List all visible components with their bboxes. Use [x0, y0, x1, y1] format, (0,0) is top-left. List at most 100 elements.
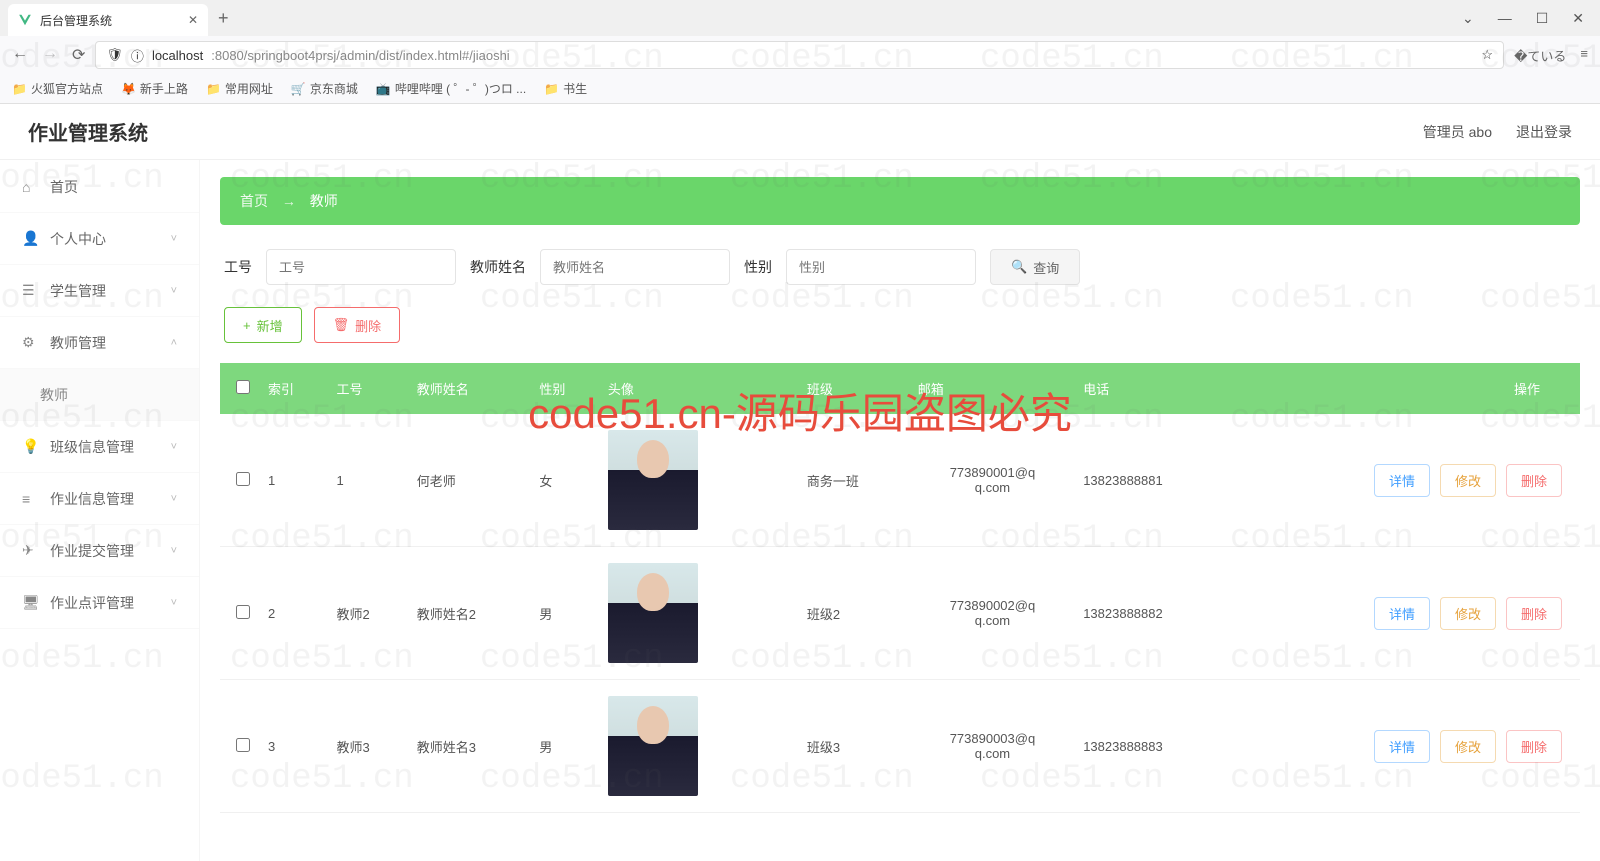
search-input-性别[interactable] — [786, 249, 976, 285]
list-icon: ☰ — [22, 282, 38, 299]
back-icon[interactable]: ← — [12, 45, 28, 65]
detail-button[interactable]: 详情 — [1374, 597, 1430, 630]
table-header-cell: 班级 — [799, 363, 910, 414]
bookmark-item[interactable]: 📁书生 — [544, 80, 587, 97]
sidebar-item-label: 个人中心 — [50, 229, 106, 249]
cell-banji: 商务一班 — [799, 414, 910, 547]
add-button-label: 新增 — [257, 316, 283, 335]
sidebar-item[interactable]: ≡作业信息管理˅ — [0, 473, 199, 525]
maximize-icon[interactable]: ☐ — [1536, 10, 1549, 27]
table-header-cell — [773, 363, 799, 414]
search-input-教师姓名[interactable] — [540, 249, 730, 285]
extensions-icon[interactable]: �ている — [1514, 46, 1566, 65]
breadcrumb-home[interactable]: 首页 — [240, 193, 268, 209]
sidebar-item[interactable]: ⚙教师管理˄ — [0, 317, 199, 369]
sidebar-subitem[interactable]: 教师 — [0, 369, 199, 421]
avatar-image — [608, 563, 698, 663]
sidebar-item[interactable]: 🖥作业点评管理˅ — [0, 577, 199, 629]
search-input-工号[interactable] — [266, 249, 456, 285]
new-tab-button[interactable]: + — [208, 8, 239, 29]
sidebar-item[interactable]: 💡班级信息管理˅ — [0, 421, 199, 473]
app-header: 作业管理系统 管理员 abo 退出登录 — [0, 104, 1600, 160]
table-body: 1 1 何老师 女 商务一班 773890001@qq.com 13823888… — [220, 414, 1580, 813]
user-icon: 👤 — [22, 230, 38, 247]
search-button[interactable]: 🔍 查询 — [990, 249, 1080, 285]
close-window-icon[interactable]: ✕ — [1572, 10, 1584, 27]
close-tab-icon[interactable]: ✕ — [188, 13, 198, 27]
table-header-cell: 头像 — [600, 363, 773, 414]
cell-empty — [773, 680, 799, 813]
cell-avatar — [600, 414, 773, 547]
main-content: 首页 → 教师 工号教师姓名性别 🔍 查询 + 新增 🗑 删除 索引工号教师姓名… — [200, 105, 1600, 861]
cell-gonghao: 教师2 — [329, 547, 409, 680]
logout-button[interactable]: 退出登录 — [1516, 122, 1572, 142]
row-delete-button[interactable]: 删除 — [1506, 597, 1562, 630]
app-title: 作业管理系统 — [28, 117, 148, 146]
cell-empty — [773, 414, 799, 547]
tab-bar: 后台管理系统 ✕ + ⌄ ― ☐ ✕ — [0, 0, 1600, 36]
row-actions: 详情 修改 删除 — [1239, 597, 1572, 630]
trash-icon: 🗑 — [333, 317, 350, 333]
cell-phone: 13823888883 — [1075, 680, 1231, 813]
bookmark-item[interactable]: 📁常用网址 — [206, 80, 273, 97]
cell-banji: 班级2 — [799, 547, 910, 680]
cell-index: 1 — [260, 414, 329, 547]
row-delete-button[interactable]: 删除 — [1506, 730, 1562, 763]
edit-button[interactable]: 修改 — [1440, 464, 1496, 497]
bookmark-icon: 📁 — [12, 82, 27, 96]
bulb-icon: 💡 — [22, 438, 38, 455]
table-header-cell: 电话 — [1075, 363, 1231, 414]
action-row: + 新增 🗑 删除 — [220, 307, 1580, 343]
cell-empty — [773, 547, 799, 680]
detail-button[interactable]: 详情 — [1374, 464, 1430, 497]
detail-button[interactable]: 详情 — [1374, 730, 1430, 763]
select-all-checkbox[interactable] — [236, 380, 250, 394]
forward-icon[interactable]: → — [42, 45, 58, 65]
star-icon[interactable]: ☆ — [1481, 47, 1493, 63]
edit-button[interactable]: 修改 — [1440, 730, 1496, 763]
row-checkbox[interactable] — [236, 605, 250, 619]
bookmark-item[interactable]: 📺哔哩哔哩 ( ゜- ゜)つロ ... — [376, 80, 526, 97]
table-header-cell: 教师姓名 — [409, 363, 532, 414]
cell-phone: 13823888882 — [1075, 547, 1231, 680]
tab-title: 后台管理系统 — [40, 12, 112, 29]
reload-icon[interactable]: ⟳ — [72, 45, 85, 65]
table-header-cell: 索引 — [260, 363, 329, 414]
sidebar-item-label: 作业点评管理 — [50, 593, 134, 613]
bookmark-item[interactable]: 📁火狐官方站点 — [12, 80, 103, 97]
app-body: ⌂首页👤个人中心˅☰学生管理˅⚙教师管理˄教师💡班级信息管理˅≡作业信息管理˅✈… — [0, 105, 1600, 861]
sidebar-item[interactable]: ⌂首页 — [0, 161, 199, 213]
chevron-down-icon[interactable]: ⌄ — [1462, 10, 1474, 27]
cell-avatar — [600, 680, 773, 813]
bookmark-item[interactable]: 🦊新手上路 — [121, 80, 188, 97]
bookmark-icon: 🦊 — [121, 82, 136, 96]
user-label[interactable]: 管理员 abo — [1423, 122, 1492, 142]
delete-button-label: 删除 — [355, 316, 381, 335]
cell-email: 773890002@qq.com — [910, 547, 1075, 680]
bookmark-item[interactable]: 🛒京东商城 — [291, 80, 358, 97]
row-checkbox[interactable] — [236, 738, 250, 752]
sidebar: ⌂首页👤个人中心˅☰学生管理˅⚙教师管理˄教师💡班级信息管理˅≡作业信息管理˅✈… — [0, 105, 200, 861]
edit-button[interactable]: 修改 — [1440, 597, 1496, 630]
delete-button[interactable]: 🗑 删除 — [314, 307, 401, 343]
cell-gender: 女 — [531, 414, 600, 547]
minimize-icon[interactable]: ― — [1498, 10, 1512, 27]
add-button[interactable]: + 新增 — [224, 307, 302, 343]
browser-tab[interactable]: 后台管理系统 ✕ — [8, 4, 208, 36]
sidebar-item[interactable]: 👤个人中心˅ — [0, 213, 199, 265]
send-icon: ✈ — [22, 542, 38, 559]
table-header: 索引工号教师姓名性别头像班级邮箱电话操作 — [220, 363, 1580, 414]
menu-icon[interactable]: ≡ — [1580, 46, 1588, 65]
search-field-label: 性别 — [744, 257, 772, 277]
sidebar-item-label: 学生管理 — [50, 281, 106, 301]
cell-index: 3 — [260, 680, 329, 813]
url-input[interactable]: 🛡 ⓘ localhost:8080/springboot4prsj/admin… — [95, 41, 1504, 69]
row-actions: 详情 修改 删除 — [1239, 730, 1572, 763]
sidebar-item[interactable]: ☰学生管理˅ — [0, 265, 199, 317]
bookmark-icon: 🛒 — [291, 82, 306, 96]
window-controls: ⌄ ― ☐ ✕ — [1446, 10, 1600, 27]
sidebar-item[interactable]: ✈作业提交管理˅ — [0, 525, 199, 577]
row-delete-button[interactable]: 删除 — [1506, 464, 1562, 497]
row-checkbox[interactable] — [236, 472, 250, 486]
cell-name: 何老师 — [409, 414, 532, 547]
